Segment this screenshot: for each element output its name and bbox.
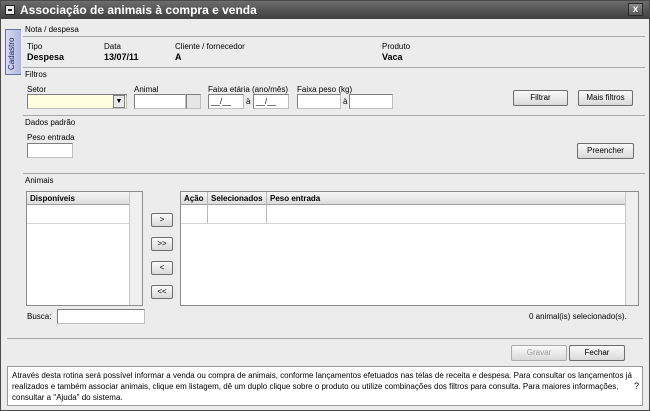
sidetab-label: Cadastro — [7, 37, 16, 70]
gravar-button[interactable]: Gravar — [511, 345, 567, 361]
main-window: Associação de animais à compra e venda x… — [0, 0, 650, 411]
column-divider — [207, 192, 208, 223]
cliente-value: A — [175, 52, 182, 62]
faixa-peso-from-input[interactable] — [297, 94, 341, 109]
animal-input[interactable] — [134, 94, 186, 109]
help-icon[interactable]: ? — [634, 381, 639, 391]
mais-filtros-button[interactable]: Mais filtros — [578, 90, 633, 106]
table-row — [27, 223, 129, 224]
selecionados-list[interactable]: Ação Selecionados Peso entrada — [180, 191, 639, 306]
data-label: Data — [104, 42, 121, 51]
header-acao: Ação — [184, 194, 204, 203]
setor-select[interactable] — [27, 94, 127, 109]
tipo-value: Despesa — [27, 52, 65, 62]
section-title-nota: Nota / despesa — [25, 25, 79, 34]
fechar-button[interactable]: Fechar — [569, 345, 625, 361]
faixa-etaria-to-input[interactable]: __/__ — [253, 94, 289, 109]
section-title-dados-padrao: Dados padrão — [25, 118, 76, 127]
selecionados-header: Ação Selecionados Peso entrada — [181, 192, 625, 205]
header-selecionados: Selecionados — [211, 194, 263, 203]
setor-label: Setor — [27, 85, 47, 94]
window-menu-icon[interactable] — [5, 5, 15, 15]
window-title: Associação de animais à compra e venda — [20, 3, 257, 17]
produto-label: Produto — [382, 42, 411, 51]
table-row — [181, 223, 625, 224]
disponiveis-list[interactable]: Disponíveis — [26, 191, 143, 306]
busca-label: Busca: — [27, 312, 52, 321]
filtrar-button[interactable]: Filtrar — [513, 90, 568, 106]
tipo-label: Tipo — [27, 42, 43, 51]
faixa-etaria-from-input[interactable]: __/__ — [208, 94, 244, 109]
peso-entrada-label: Peso entrada — [27, 133, 75, 142]
animal-lookup-button[interactable] — [186, 94, 201, 109]
header-peso-entrada: Peso entrada — [270, 194, 321, 203]
move-all-left-button[interactable]: << — [151, 285, 173, 299]
chevron-down-icon[interactable]: ▼ — [113, 95, 125, 108]
animal-label: Animal — [134, 85, 159, 94]
section-divider — [7, 338, 643, 339]
move-all-right-button[interactable]: >> — [151, 237, 173, 251]
close-button[interactable]: x — [628, 3, 643, 16]
data-value: 13/07/11 — [104, 52, 139, 62]
cliente-label: Cliente / fornecedor — [175, 42, 245, 51]
peso-entrada-input[interactable] — [27, 143, 73, 158]
busca-input[interactable] — [57, 309, 145, 324]
move-left-button[interactable]: < — [151, 261, 173, 275]
section-divider — [23, 36, 645, 37]
section-title-filtros: Filtros — [25, 70, 47, 79]
selecionados-scrollbar[interactable] — [625, 192, 638, 305]
range-separator: à — [246, 97, 251, 106]
faixa-peso-to-input[interactable] — [349, 94, 393, 109]
disponiveis-scrollbar[interactable] — [129, 192, 142, 305]
section-divider — [23, 115, 645, 116]
help-panel: Através desta rotina será possível infor… — [7, 366, 643, 406]
range-separator: à — [343, 97, 348, 106]
section-divider — [23, 173, 645, 174]
move-right-button[interactable]: > — [151, 213, 173, 227]
help-text: Através desta rotina será possível infor… — [12, 371, 632, 402]
sidetab-cadastro[interactable]: Cadastro — [5, 29, 21, 75]
section-title-animais: Animais — [25, 176, 54, 185]
section-divider — [23, 67, 645, 68]
faixa-peso-label: Faixa peso (kg) — [297, 85, 353, 94]
disponiveis-header: Disponíveis — [27, 192, 129, 205]
faixa-etaria-label: Faixa etária (ano/mês) — [208, 85, 289, 94]
selected-count-status: 0 animal(is) selecionado(s). — [529, 312, 627, 321]
preencher-button[interactable]: Preencher — [577, 143, 634, 159]
produto-value: Vaca — [382, 52, 403, 62]
title-bar: Associação de animais à compra e venda x — [1, 1, 649, 19]
column-divider — [266, 192, 267, 223]
